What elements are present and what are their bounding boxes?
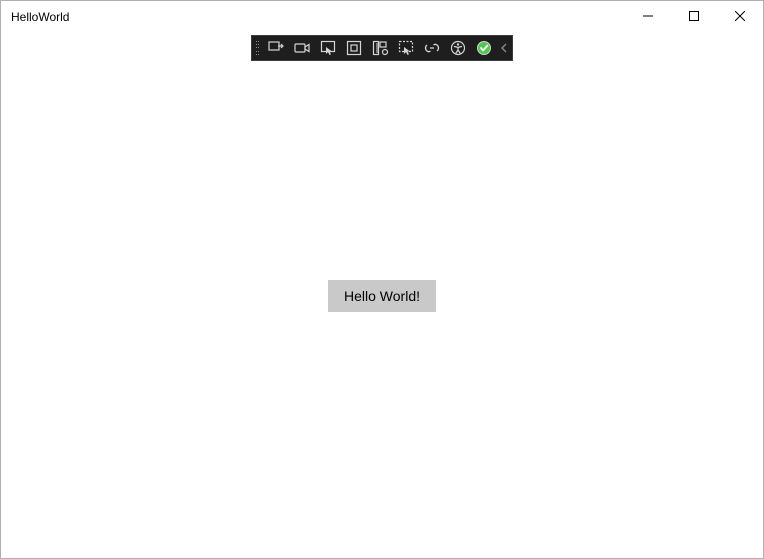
live-visual-tree-button[interactable]: [263, 37, 289, 59]
hot-reload-status-button[interactable]: [471, 37, 497, 59]
chevron-left-icon: [500, 43, 508, 53]
client-area: Hello World!: [1, 33, 763, 558]
ruler-icon: [372, 40, 388, 56]
checkmark-circle-icon: [476, 40, 492, 56]
toolbar-collapse-button[interactable]: [497, 37, 511, 59]
xaml-debug-toolbar: [251, 35, 513, 61]
toolbar-grip[interactable]: [253, 38, 261, 58]
close-button[interactable]: [717, 1, 763, 31]
camera-button[interactable]: [289, 37, 315, 59]
hello-world-button[interactable]: Hello World!: [328, 280, 436, 312]
track-focus-icon: [398, 40, 414, 56]
layout-adorners-button[interactable]: [341, 37, 367, 59]
binding-diagnostics-button[interactable]: [419, 37, 445, 59]
window-title: HelloWorld: [11, 10, 69, 24]
accessibility-icon: [450, 40, 466, 56]
hot-reload-ruler-button[interactable]: [367, 37, 393, 59]
app-window: HelloWorld: [0, 0, 764, 559]
minimize-button[interactable]: [625, 1, 671, 31]
accessibility-button[interactable]: [445, 37, 471, 59]
minimize-icon: [643, 11, 653, 21]
layout-adorners-icon: [346, 40, 362, 56]
live-visual-tree-icon: [268, 40, 284, 56]
select-element-button[interactable]: [315, 37, 341, 59]
camera-icon: [294, 40, 310, 56]
track-focus-button[interactable]: [393, 37, 419, 59]
binding-icon: [424, 40, 440, 56]
maximize-icon: [689, 11, 699, 21]
close-icon: [735, 11, 745, 21]
window-controls: [625, 1, 763, 33]
maximize-button[interactable]: [671, 1, 717, 31]
select-element-icon: [320, 40, 336, 56]
titlebar: HelloWorld: [1, 1, 763, 33]
